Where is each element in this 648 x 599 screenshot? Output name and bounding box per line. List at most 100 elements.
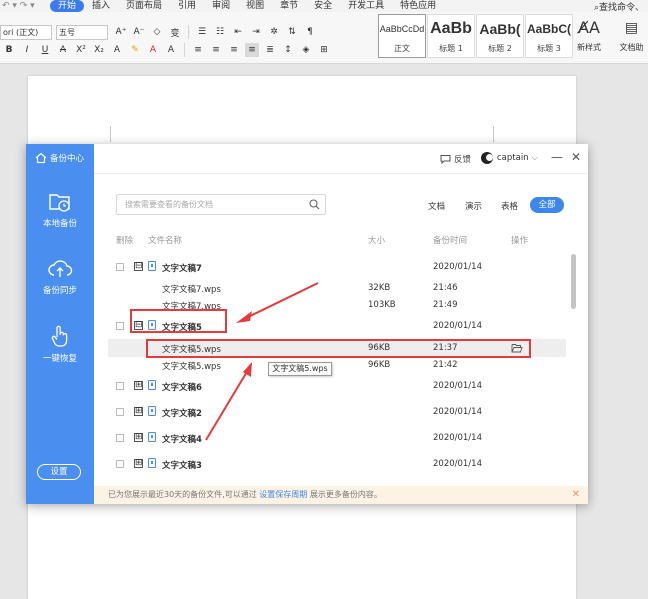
font-name-select[interactable]: ori (正文) bbox=[0, 24, 52, 40]
sort-icon[interactable]: ⇅ bbox=[285, 25, 299, 39]
set-retention-link[interactable]: 设置保存周期 bbox=[259, 490, 307, 499]
folder-clock-icon bbox=[49, 194, 70, 212]
shrink-font-icon[interactable]: A⁻ bbox=[132, 25, 146, 39]
grow-font-icon[interactable]: A⁺ bbox=[114, 25, 128, 39]
table-row-group[interactable]: ⊞ 文字文稿6 2020/01/14 bbox=[94, 377, 572, 395]
tab-view[interactable]: 视图 bbox=[238, 0, 272, 12]
bold-icon[interactable]: B bbox=[2, 43, 16, 57]
subscript-icon[interactable]: X₂ bbox=[92, 43, 106, 57]
clear-format-icon[interactable]: ◇ bbox=[150, 25, 164, 39]
italic-icon[interactable]: I bbox=[20, 43, 34, 57]
style-normal[interactable]: AaBbCcDd 正文 bbox=[378, 14, 426, 58]
delete-checkbox[interactable] bbox=[116, 263, 124, 271]
text-effect-icon[interactable]: A bbox=[110, 43, 124, 57]
quick-access-toolbar[interactable]: ↶ ▾ ↷ ▾ bbox=[0, 1, 50, 11]
nav-backup-sync[interactable]: 备份同步 bbox=[26, 258, 94, 296]
delete-checkbox[interactable] bbox=[116, 434, 124, 442]
expand-toggle-icon[interactable]: ⊞ bbox=[134, 459, 143, 468]
delete-checkbox[interactable] bbox=[116, 408, 124, 416]
delete-checkbox[interactable] bbox=[116, 382, 124, 390]
wps-file-icon bbox=[148, 458, 156, 468]
minimize-button[interactable]: — bbox=[551, 150, 563, 164]
phonetic-icon[interactable]: 变 bbox=[168, 25, 182, 39]
doc-assistant-icon: ▤ bbox=[624, 20, 639, 36]
style-heading-2[interactable]: AaBb( 标题 2 bbox=[476, 14, 524, 58]
table-row-file[interactable]: 文字文稿7.wps 32KB 21:46 bbox=[94, 279, 572, 297]
expand-toggle-icon[interactable]: ⊞ bbox=[134, 407, 143, 416]
distribute-icon[interactable]: ≣ bbox=[263, 43, 277, 57]
font-color-icon[interactable]: A bbox=[146, 43, 160, 57]
new-style-button[interactable]: A̸A 新样式 bbox=[572, 14, 606, 58]
new-style-icon: A̸A bbox=[578, 18, 600, 37]
nav-label: 本地备份 bbox=[42, 219, 77, 229]
style-heading-3[interactable]: AaBbC( 标题 3 bbox=[525, 14, 573, 58]
superscript-icon[interactable]: X² bbox=[74, 43, 88, 57]
column-file-name: 文件名称 bbox=[148, 236, 183, 246]
font-size-select[interactable]: 五号 bbox=[56, 24, 108, 40]
filter-tab-spreadsheets[interactable]: 表格 bbox=[501, 200, 518, 212]
justify-icon[interactable]: ≡ bbox=[245, 43, 259, 57]
underline-icon[interactable]: U bbox=[38, 43, 52, 57]
collapse-toggle-icon[interactable]: ⊟ bbox=[134, 262, 143, 271]
filter-tab-documents[interactable]: 文档 bbox=[428, 200, 445, 212]
file-size: 103KB bbox=[368, 300, 396, 310]
chinese-layout-icon[interactable]: ✲ bbox=[267, 25, 281, 39]
group-name: 文字文稿2 bbox=[162, 409, 202, 419]
divider bbox=[188, 25, 189, 39]
close-button[interactable]: ✕ bbox=[571, 150, 581, 164]
nav-label: 备份同步 bbox=[42, 286, 77, 296]
close-notice-icon[interactable]: ✕ bbox=[572, 486, 580, 504]
backup-search-input[interactable]: 搜索需要查看的备份文档 bbox=[116, 194, 326, 215]
table-row-group[interactable]: ⊞ 文字文稿2 2020/01/14 bbox=[94, 403, 572, 421]
tab-security[interactable]: 安全 bbox=[306, 0, 340, 12]
highlight-icon[interactable]: ✎ bbox=[128, 43, 142, 57]
borders-icon[interactable]: ⊞ bbox=[317, 43, 331, 57]
shading-icon[interactable]: ◈ bbox=[299, 43, 313, 57]
tab-insert[interactable]: 插入 bbox=[84, 0, 118, 12]
feedback-button[interactable]: 反馈 bbox=[440, 153, 471, 165]
strikethrough-icon[interactable]: A bbox=[56, 43, 70, 57]
style-gallery: AaBbCcDd 正文 AaBb 标题 1 AaBb( 标题 2 AaBbC( … bbox=[378, 14, 574, 58]
line-spacing-icon[interactable]: ↕ bbox=[281, 43, 295, 57]
tab-review[interactable]: 审阅 bbox=[204, 0, 238, 12]
show-marks-icon[interactable]: ¶ bbox=[303, 25, 317, 39]
filter-tab-all[interactable]: 全部 bbox=[530, 197, 564, 213]
backup-date: 2020/01/14 bbox=[433, 433, 482, 443]
expand-toggle-icon[interactable]: ⊞ bbox=[134, 381, 143, 390]
indent-icon[interactable]: ⇥ bbox=[249, 25, 263, 39]
divider bbox=[184, 43, 185, 57]
user-menu[interactable]: captain ⌵ bbox=[481, 152, 538, 164]
char-shading-icon[interactable]: A bbox=[164, 43, 178, 57]
nav-one-click-restore[interactable]: 一键恢复 bbox=[26, 324, 94, 364]
dialog-title: 备份中心 bbox=[35, 152, 84, 164]
nav-local-backup[interactable]: 本地备份 bbox=[26, 191, 94, 229]
table-row-group[interactable]: ⊟ 文字文稿7 2020/01/14 bbox=[94, 258, 572, 276]
table-row-file[interactable]: 文字文稿5.wps 96KB 21:42 bbox=[94, 356, 572, 374]
ribbon-format-row: B I U A X² X₂ A ✎ A A ≡ ≡ ≡ ≡ ≣ ↕ ◈ ⊞ bbox=[0, 41, 333, 59]
tab-developer[interactable]: 开发工具 bbox=[340, 0, 392, 12]
numbered-list-icon[interactable]: ☷ bbox=[213, 25, 227, 39]
column-delete: 删除 bbox=[116, 236, 134, 246]
align-center-icon[interactable]: ≡ bbox=[209, 43, 223, 57]
align-right-icon[interactable]: ≡ bbox=[227, 43, 241, 57]
delete-checkbox[interactable] bbox=[116, 460, 124, 468]
style-heading-1[interactable]: AaBb 标题 1 bbox=[427, 14, 475, 58]
align-left-icon[interactable]: ≡ bbox=[191, 43, 205, 57]
tab-references[interactable]: 引用 bbox=[170, 0, 204, 12]
tab-page-layout[interactable]: 页面布局 bbox=[118, 0, 170, 12]
table-row-group[interactable]: ⊞ 文字文稿4 2020/01/14 bbox=[94, 429, 572, 447]
settings-button[interactable]: 设置 bbox=[37, 464, 81, 480]
group-name: 文字文稿4 bbox=[162, 435, 202, 445]
tab-section[interactable]: 章节 bbox=[272, 0, 306, 12]
table-row-group[interactable]: ⊞ 文字文稿3 2020/01/14 bbox=[94, 455, 572, 473]
bullet-list-icon[interactable]: ☰ bbox=[195, 25, 209, 39]
doc-assistant-button[interactable]: ▤ 文档助 bbox=[615, 14, 648, 58]
filter-tab-presentations[interactable]: 演示 bbox=[465, 200, 482, 212]
expand-toggle-icon[interactable]: ⊞ bbox=[134, 433, 143, 442]
search-icon[interactable] bbox=[309, 199, 320, 210]
list-scrollbar[interactable] bbox=[571, 254, 576, 309]
outdent-icon[interactable]: ⇤ bbox=[231, 25, 245, 39]
delete-checkbox[interactable] bbox=[116, 322, 124, 330]
tab-home[interactable]: 开始 bbox=[50, 0, 85, 12]
tab-special[interactable]: 特色应用 bbox=[392, 0, 444, 12]
